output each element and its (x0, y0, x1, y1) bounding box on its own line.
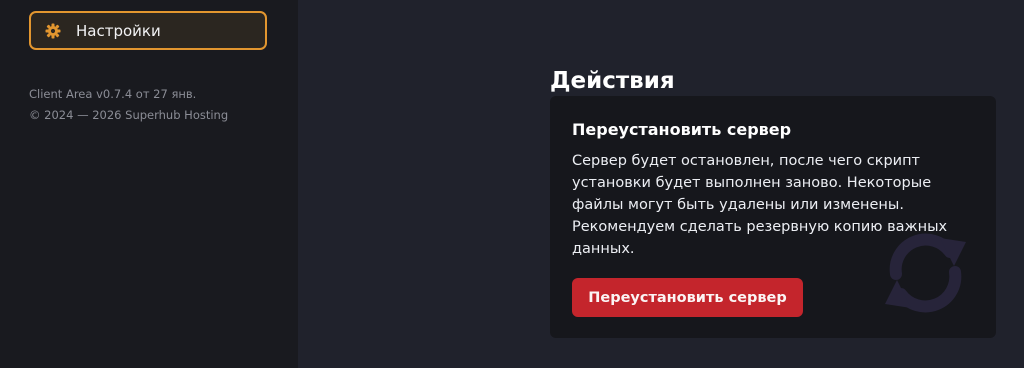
app-version: Client Area v0.7.4 от 27 янв. (29, 87, 197, 101)
sidebar: Настройки Client Area v0.7.4 от 27 янв. … (0, 0, 298, 368)
gear-icon (45, 23, 61, 39)
page-title: Действия (550, 68, 675, 95)
sidebar-item-label: Настройки (76, 21, 161, 40)
reinstall-card: Переустановить сервер Сервер будет остан… (550, 96, 996, 338)
copyright-text: © 2024 — 2026 Superhub Hosting (29, 108, 229, 122)
page: Настройки Client Area v0.7.4 от 27 янв. … (0, 0, 1024, 368)
reinstall-server-button[interactable]: Переустановить сервер (572, 278, 803, 317)
reinstall-card-title: Переустановить сервер (572, 120, 792, 139)
refresh-icon (878, 228, 973, 318)
sidebar-item-settings[interactable]: Настройки (29, 11, 267, 50)
